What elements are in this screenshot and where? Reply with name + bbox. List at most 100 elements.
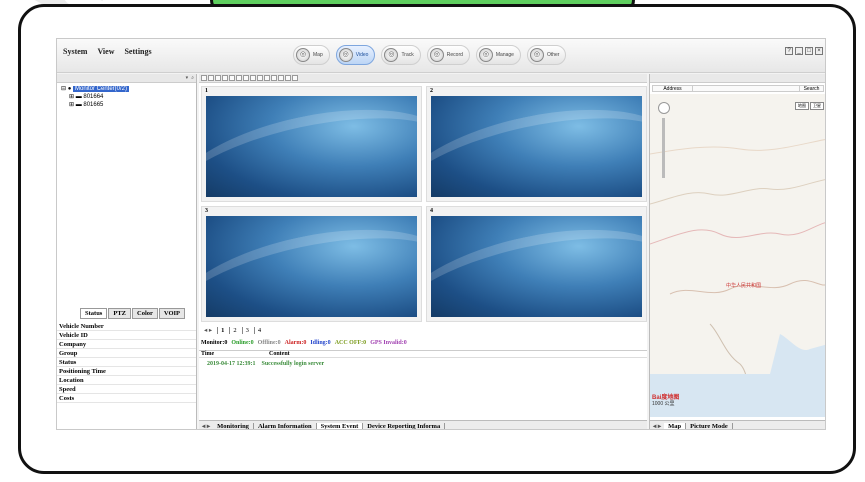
map-pan-control[interactable] — [658, 102, 670, 114]
menu-bar: System View Settings — [63, 47, 152, 56]
minimize-icon[interactable]: _ — [795, 47, 803, 55]
map-view[interactable]: 地图 卫星 中华人民共和国 Bai度地图 1000 公里 — [650, 94, 825, 417]
record-icon: ◎ — [429, 48, 444, 62]
menu-settings[interactable]: Settings — [124, 47, 151, 56]
event-table-header: Time Content — [199, 350, 647, 358]
dropdown-icon[interactable]: ▾ — [186, 75, 189, 81]
video-toolbar — [199, 74, 647, 83]
tree-item-label: 801665 — [83, 102, 104, 108]
col-time: Time — [201, 351, 215, 357]
maximize-icon[interactable]: □ — [805, 47, 813, 55]
nav-other-button[interactable]: ◎ Other — [526, 45, 567, 65]
play-icon[interactable] — [271, 75, 277, 81]
talk-icon[interactable] — [257, 75, 263, 81]
window-controls: ? _ □ × — [785, 47, 823, 55]
tree-root-label: Monitor Center(0/2) — [73, 86, 130, 92]
map-toolbar — [650, 74, 825, 83]
volume-icon[interactable] — [285, 75, 291, 81]
nav-manage-button[interactable]: ◎ Manage — [475, 45, 521, 65]
page-tab[interactable]: 1 — [217, 326, 227, 334]
info-row: Costs — [57, 394, 196, 403]
nav-map-label: Map — [313, 52, 323, 58]
video-screen — [431, 96, 642, 197]
tree-item[interactable]: ⊞ ▬ 801664 — [61, 93, 192, 101]
tab-alarm-information[interactable]: Alarm Information — [254, 422, 317, 429]
tree-root[interactable]: ⊟ ● Monitor Center(0/2) — [61, 85, 192, 93]
settings-icon[interactable] — [278, 75, 284, 81]
record-icon[interactable] — [243, 75, 249, 81]
fullscreen-icon[interactable] — [229, 75, 235, 81]
info-row: Speed — [57, 385, 196, 394]
tab-ptz[interactable]: PTZ — [108, 308, 131, 319]
search-button[interactable]: Search — [799, 86, 823, 92]
video-cell[interactable]: 3 — [201, 206, 422, 322]
info-row: Vehicle Number — [57, 322, 196, 331]
nav-video-button[interactable]: ◎ Video — [335, 45, 376, 65]
event-time: 2019-04-17 12:39:1 — [207, 361, 256, 367]
tab-monitoring[interactable]: Monitoring — [213, 422, 254, 429]
tab-picture-mode[interactable]: Picture Mode — [686, 422, 733, 429]
tab-status[interactable]: Status — [80, 308, 108, 319]
search-icon[interactable]: ⌕ — [191, 75, 194, 81]
map-zoom-slider[interactable] — [662, 118, 665, 178]
map-arrows-icon[interactable]: ◂ ▸ — [650, 422, 664, 429]
nav-video-label: Video — [355, 52, 369, 58]
help-icon[interactable]: ? — [785, 47, 793, 55]
map-panel: Address Search 地图 卫星 中华人民共和国 Bai度地图 1000… — [649, 74, 825, 429]
track-icon: ◎ — [384, 48, 399, 62]
left-tabs: Status PTZ Color VOIP — [80, 308, 186, 319]
page-tab[interactable]: 3 — [241, 326, 252, 334]
map-scale: 1000 公里 — [652, 400, 675, 407]
vehicle-info-list: Vehicle Number Vehicle ID Company Group … — [57, 322, 196, 403]
left-panel: ▾ ⌕ ⊟ ● Monitor Center(0/2) ⊞ ▬ 801664 ⊞… — [57, 74, 197, 429]
video-cell[interactable]: 2 — [426, 86, 647, 202]
tab-voip[interactable]: VOIP — [158, 308, 186, 319]
nav-record-label: Record — [446, 52, 463, 58]
snapshot-icon[interactable] — [236, 75, 242, 81]
menu-system[interactable]: System — [63, 47, 87, 56]
bottom-arrows-icon[interactable]: ◂ ▸ — [199, 422, 213, 429]
audio-icon[interactable] — [250, 75, 256, 81]
info-row: Group — [57, 349, 196, 358]
cell-number: 4 — [430, 208, 433, 214]
menu-view[interactable]: View — [97, 47, 114, 56]
table-row[interactable]: 2019-04-17 12:39:1 Successfully login se… — [207, 361, 324, 367]
layout-16-icon[interactable] — [222, 75, 228, 81]
nav-other-label: Other — [546, 52, 560, 58]
app-window: System View Settings ◎ Map ◎ Video ◎ Track … — [56, 38, 826, 430]
nav-record-button[interactable]: ◎ Record — [426, 45, 470, 65]
nav-buttons: ◎ Map ◎ Video ◎ Track ◎ Record ◎ Manage ◎ Othe… — [293, 45, 567, 65]
video-screen — [206, 96, 417, 197]
video-cell[interactable]: 1 — [201, 86, 422, 202]
map-country-label: 中华人民共和国 — [726, 283, 762, 289]
layout-4-icon[interactable] — [208, 75, 214, 81]
address-input[interactable] — [693, 86, 799, 91]
video-cell[interactable]: 4 — [426, 206, 647, 322]
tab-system-event[interactable]: System Event — [316, 422, 364, 429]
address-label: Address — [653, 86, 693, 92]
tab-device-reporting[interactable]: Device Reporting Informa — [363, 422, 446, 429]
video-grid: 1 2 3 4 — [201, 86, 647, 322]
top-bar: System View Settings ◎ Map ◎ Video ◎ Track … — [57, 39, 825, 73]
page-tabs: ◂ ▸ 1 2 3 4 — [201, 326, 264, 334]
stop-icon[interactable] — [264, 75, 270, 81]
page-tab[interactable]: 2 — [229, 326, 239, 334]
page-tab[interactable]: 4 — [253, 326, 264, 334]
cell-number: 2 — [430, 88, 433, 94]
page-arrows-icon[interactable]: ◂ ▸ — [201, 326, 215, 334]
tree-item[interactable]: ⊞ ▬ 801665 — [61, 101, 192, 109]
stream-icon[interactable] — [292, 75, 298, 81]
nav-map-button[interactable]: ◎ Map — [293, 45, 330, 65]
map-icon: ◎ — [296, 48, 310, 62]
event-content: Successfully login server — [261, 361, 325, 367]
info-row: Company — [57, 340, 196, 349]
tab-color[interactable]: Color — [132, 308, 158, 319]
info-row: Location — [57, 376, 196, 385]
info-row: Positioning Time — [57, 367, 196, 376]
layout-1-icon[interactable] — [201, 75, 207, 81]
map-type-switch[interactable]: 地图 卫星 — [795, 102, 824, 110]
tab-map[interactable]: Map — [664, 422, 687, 429]
layout-9-icon[interactable] — [215, 75, 221, 81]
close-icon[interactable]: × — [815, 47, 823, 55]
nav-track-button[interactable]: ◎ Track — [381, 45, 421, 65]
